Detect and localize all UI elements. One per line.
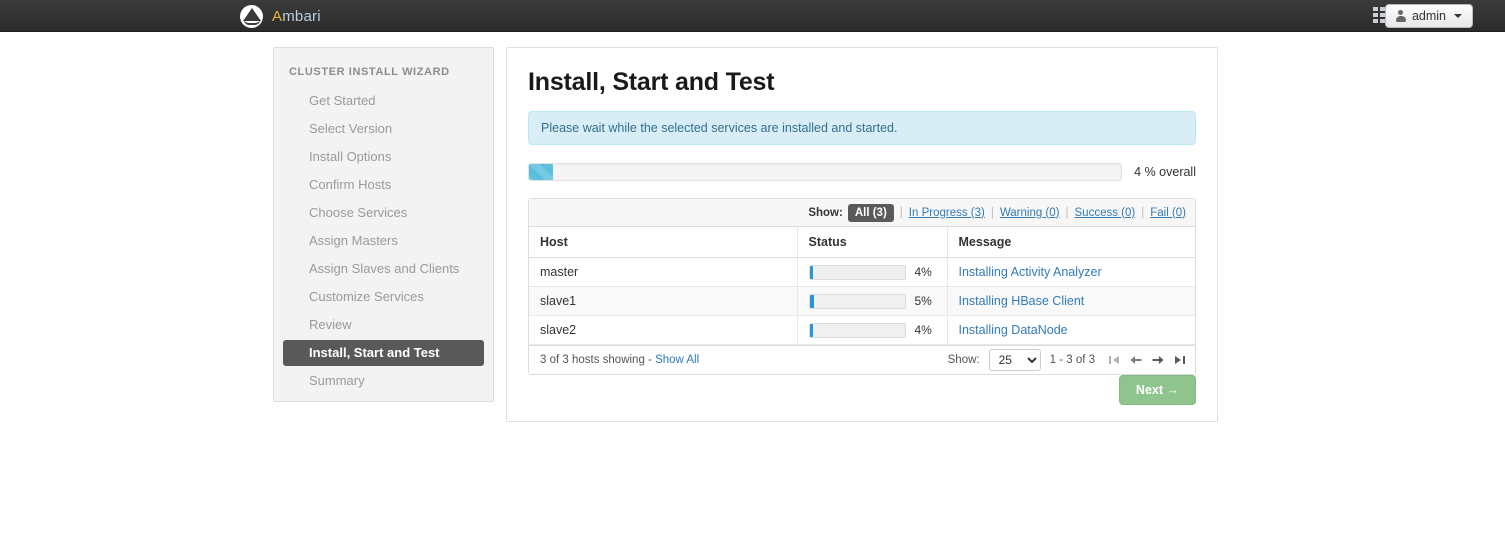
hosts-showing-text: 3 of 3 hosts showing - bbox=[540, 354, 656, 366]
column-header-message: Message bbox=[947, 227, 1195, 258]
filter-separator: | bbox=[1065, 206, 1069, 219]
page-title: Install, Start and Test bbox=[528, 68, 775, 96]
ambari-logo-icon bbox=[240, 4, 263, 28]
sidebar-item-summary[interactable]: Summary bbox=[283, 368, 484, 394]
cell-message: Installing DataNode bbox=[947, 315, 1195, 345]
hosts-panel: Show: All (3) | In Progress (3) | Warnin… bbox=[528, 198, 1196, 375]
filter-separator: | bbox=[899, 206, 903, 219]
sidebar-item-install-start-and-test[interactable]: Install, Start and Test bbox=[283, 340, 484, 366]
brand-title-rest: mbari bbox=[282, 7, 321, 25]
filter-fail[interactable]: Fail (0) bbox=[1150, 207, 1186, 219]
message-link[interactable]: Installing DataNode bbox=[959, 323, 1068, 337]
overall-progress-fill bbox=[529, 164, 553, 180]
prev-page-icon[interactable] bbox=[1130, 354, 1142, 366]
brand-title-first: A bbox=[272, 7, 283, 25]
sidebar-item-customize-services[interactable]: Customize Services bbox=[283, 284, 484, 310]
page-size-select[interactable]: 102550100 bbox=[988, 349, 1041, 371]
row-progress-bar bbox=[808, 264, 906, 280]
show-all-link[interactable]: Show All bbox=[655, 354, 699, 366]
first-page-icon[interactable] bbox=[1108, 354, 1120, 366]
sidebar-item-get-started[interactable]: Get Started bbox=[283, 88, 484, 114]
next-button-container: Next → bbox=[1118, 375, 1196, 405]
pagination-controls bbox=[1108, 354, 1186, 366]
sidebar-title: CLUSTER INSTALL WIZARD bbox=[289, 66, 450, 78]
sidebar-item-assign-slaves-and-clients[interactable]: Assign Slaves and Clients bbox=[283, 256, 484, 282]
status-filter-bar: Show: All (3) | In Progress (3) | Warnin… bbox=[529, 199, 1195, 227]
sidebar-item-select-version[interactable]: Select Version bbox=[283, 116, 484, 142]
column-header-host: Host bbox=[529, 227, 798, 258]
sidebar-item-choose-services[interactable]: Choose Services bbox=[283, 200, 484, 226]
filter-warning[interactable]: Warning (0) bbox=[1000, 207, 1060, 219]
filter-success[interactable]: Success (0) bbox=[1075, 207, 1136, 219]
cell-host: master bbox=[529, 257, 798, 287]
overall-progress-bar bbox=[528, 163, 1123, 181]
pagination-range: 1 - 3 of 3 bbox=[1049, 354, 1095, 366]
next-button[interactable]: Next → bbox=[1118, 375, 1196, 405]
caret-down-icon bbox=[1454, 14, 1462, 18]
main-content-card: Install, Start and Test Please wait whil… bbox=[506, 47, 1218, 422]
filter-all[interactable]: All (3) bbox=[847, 203, 894, 222]
overall-progress-label: 4 % overall bbox=[1134, 165, 1196, 179]
user-icon bbox=[1395, 10, 1406, 22]
sidebar-item-review[interactable]: Review bbox=[283, 312, 484, 338]
cell-host: slave2 bbox=[529, 315, 798, 345]
cell-message: Installing Activity Analyzer bbox=[947, 257, 1195, 287]
filter-in-progress[interactable]: In Progress (3) bbox=[909, 207, 985, 219]
row-progress-label: 4% bbox=[914, 323, 932, 337]
page-size-label: Show: bbox=[947, 354, 980, 366]
row-progress-label: 5% bbox=[914, 294, 932, 308]
row-progress-fill bbox=[809, 323, 814, 337]
message-link[interactable]: Installing HBase Client bbox=[959, 294, 1085, 308]
cell-host: slave1 bbox=[529, 286, 798, 316]
overall-progress-row: 4 % overall bbox=[528, 163, 1196, 181]
admin-label: admin bbox=[1411, 9, 1446, 23]
info-alert: Please wait while the selected services … bbox=[528, 111, 1196, 145]
table-row: slave2 4% Installing DataNode bbox=[529, 315, 1195, 345]
brand-title: Ambari bbox=[272, 8, 321, 25]
row-progress-label: 4% bbox=[914, 265, 932, 279]
filter-separator: | bbox=[1141, 206, 1145, 219]
brand-link[interactable]: Ambari bbox=[240, 0, 321, 32]
hosts-showing-summary: 3 of 3 hosts showing - Show All bbox=[540, 354, 699, 366]
row-progress-bar bbox=[808, 293, 906, 309]
message-link[interactable]: Installing Activity Analyzer bbox=[959, 265, 1102, 279]
filter-separator: | bbox=[990, 206, 994, 219]
sidebar-item-confirm-hosts[interactable]: Confirm Hosts bbox=[283, 172, 484, 198]
cell-status: 5% bbox=[797, 286, 948, 316]
wizard-sidebar: CLUSTER INSTALL WIZARD Get Started Selec… bbox=[273, 47, 494, 402]
column-header-status: Status bbox=[797, 227, 948, 258]
row-progress-fill bbox=[809, 265, 814, 279]
top-navbar: Ambari admin bbox=[0, 0, 1505, 32]
table-row: slave1 5% Installing HBase Client bbox=[529, 286, 1195, 316]
sidebar-item-install-options[interactable]: Install Options bbox=[283, 144, 484, 170]
filter-show-label: Show: bbox=[808, 206, 843, 219]
row-progress-fill bbox=[809, 294, 815, 308]
table-header-row: Host Status Message bbox=[529, 227, 1195, 258]
admin-menu-button[interactable]: admin bbox=[1384, 4, 1473, 28]
last-page-icon[interactable] bbox=[1174, 354, 1186, 366]
cell-status: 4% bbox=[797, 257, 948, 287]
row-progress-bar bbox=[808, 322, 906, 338]
cell-status: 4% bbox=[797, 315, 948, 345]
sidebar-item-assign-masters[interactable]: Assign Masters bbox=[283, 228, 484, 254]
hosts-table: Host Status Message master 4% Installing… bbox=[529, 227, 1195, 345]
table-row: master 4% Installing Activity Analyzer bbox=[529, 257, 1195, 287]
cell-message: Installing HBase Client bbox=[947, 286, 1195, 316]
table-footer: 3 of 3 hosts showing - Show All Show: 10… bbox=[529, 345, 1195, 374]
next-page-icon[interactable] bbox=[1152, 354, 1164, 366]
